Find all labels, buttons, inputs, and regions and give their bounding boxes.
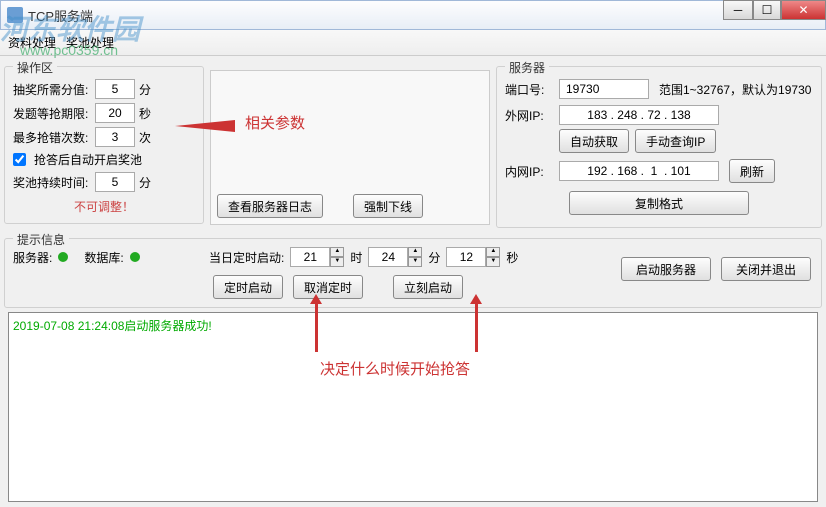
- score-unit: 分: [139, 81, 151, 98]
- server-status-dot: [58, 252, 68, 262]
- operation-area-title: 操作区: [13, 59, 57, 76]
- time-limit-unit: 秒: [139, 105, 151, 122]
- tips-group: 提示信息 服务器: 数据库: 当日定时启动: ▲▼ 时 ▲▼ 分 ▲▼ 秒 启动…: [4, 238, 822, 308]
- score-input[interactable]: [95, 79, 135, 99]
- copy-format-button[interactable]: 复制格式: [569, 191, 749, 215]
- manual-query-button[interactable]: 手动查询IP: [635, 129, 716, 153]
- log-line: 2019-07-08 21:24:08启动服务器成功!: [13, 317, 813, 334]
- lan-ip-input[interactable]: [559, 161, 719, 181]
- lan-ip-label: 内网IP:: [505, 163, 555, 180]
- close-exit-button[interactable]: 关闭并退出: [721, 257, 811, 281]
- app-icon: [7, 7, 23, 23]
- pool-duration-input[interactable]: [95, 172, 135, 192]
- sec-input[interactable]: [446, 247, 486, 267]
- start-server-button[interactable]: 启动服务器: [621, 257, 711, 281]
- minimize-button[interactable]: ─: [723, 0, 753, 20]
- time-limit-label: 发题等抢期限:: [13, 105, 91, 122]
- min-input[interactable]: [368, 247, 408, 267]
- refresh-button[interactable]: 刷新: [729, 159, 775, 183]
- menu-bar: 资料处理 奖池处理: [0, 30, 826, 56]
- server-title: 服务器: [505, 59, 549, 76]
- server-group: 服务器 端口号: 范围1~32767，默认为19730 外网IP: 自动获取 手…: [496, 66, 822, 228]
- annotation-arrow-1: [175, 120, 235, 132]
- port-label: 端口号:: [505, 81, 555, 98]
- max-error-unit: 次: [139, 129, 151, 146]
- close-button[interactable]: ✕: [781, 0, 826, 20]
- auto-open-checkbox[interactable]: [13, 153, 26, 166]
- log-area[interactable]: 2019-07-08 21:24:08启动服务器成功!: [8, 312, 818, 502]
- score-label: 抽奖所需分值:: [13, 81, 91, 98]
- hour-down[interactable]: ▼: [330, 257, 344, 267]
- force-offline-button[interactable]: 强制下线: [353, 194, 423, 218]
- title-bar: TCP服务端 ─ ☐ ✕: [0, 0, 826, 30]
- mid-panel: 查看服务器日志 强制下线: [210, 70, 490, 225]
- no-adjust-warning: 不可调整！: [13, 198, 195, 215]
- db-status-label: 数据库:: [84, 249, 123, 266]
- cancel-timer-button[interactable]: 取消定时: [293, 275, 363, 299]
- wan-ip-input[interactable]: [559, 105, 719, 125]
- tips-title: 提示信息: [13, 231, 69, 248]
- wan-ip-label: 外网IP:: [505, 107, 555, 124]
- sec-unit: 秒: [506, 249, 518, 266]
- pool-duration-unit: 分: [139, 174, 151, 191]
- hour-input[interactable]: [290, 247, 330, 267]
- annotation-arrow-2: [315, 302, 318, 352]
- min-down[interactable]: ▼: [408, 257, 422, 267]
- server-status-label: 服务器:: [13, 249, 52, 266]
- max-error-label: 最多抢错次数:: [13, 129, 91, 146]
- sec-up[interactable]: ▲: [486, 247, 500, 257]
- min-up[interactable]: ▲: [408, 247, 422, 257]
- start-now-button[interactable]: 立刻启动: [393, 275, 463, 299]
- menu-pool-processing[interactable]: 奖池处理: [66, 34, 114, 51]
- db-status-dot: [130, 252, 140, 262]
- operation-area-group: 操作区 抽奖所需分值: 分 发题等抢期限: 秒 最多抢错次数: 次 抢答后自动开…: [4, 66, 204, 224]
- time-limit-input[interactable]: [95, 103, 135, 123]
- maximize-button[interactable]: ☐: [753, 0, 781, 20]
- view-log-button[interactable]: 查看服务器日志: [217, 194, 323, 218]
- port-input[interactable]: [559, 79, 649, 99]
- pool-duration-label: 奖池持续时间:: [13, 174, 91, 191]
- timer-start-button[interactable]: 定时启动: [213, 275, 283, 299]
- menu-data-processing[interactable]: 资料处理: [8, 34, 56, 51]
- max-error-input[interactable]: [95, 127, 135, 147]
- min-unit: 分: [428, 249, 440, 266]
- auto-open-label: 抢答后自动开启奖池: [34, 151, 142, 168]
- timer-label: 当日定时启动:: [209, 249, 284, 266]
- auto-get-button[interactable]: 自动获取: [559, 129, 629, 153]
- hour-unit: 时: [350, 249, 362, 266]
- sec-down[interactable]: ▼: [486, 257, 500, 267]
- hour-up[interactable]: ▲: [330, 247, 344, 257]
- annotation-arrow-3: [475, 302, 478, 352]
- port-hint: 范围1~32767，默认为19730: [659, 81, 811, 98]
- window-title: TCP服务端: [28, 6, 93, 25]
